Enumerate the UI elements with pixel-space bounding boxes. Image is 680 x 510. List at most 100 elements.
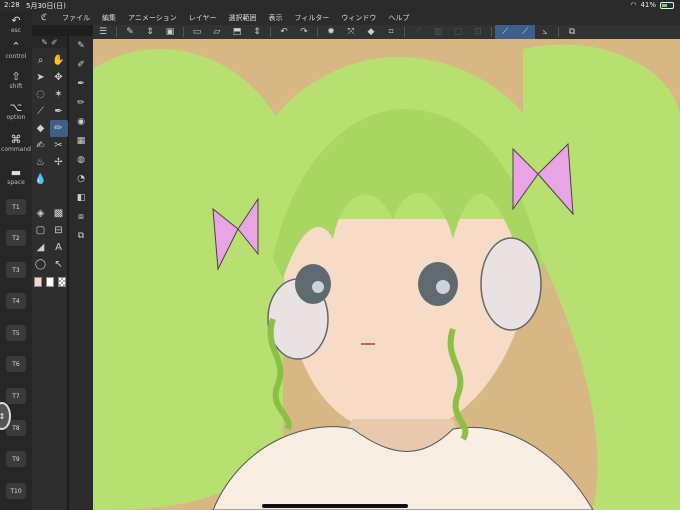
- new-file-icon[interactable]: ▭: [187, 25, 207, 39]
- open-folder-icon[interactable]: ▱: [207, 25, 227, 39]
- airbrush-icon[interactable]: ♨: [32, 154, 50, 171]
- redo-icon[interactable]: ↷: [294, 25, 314, 39]
- undo-icon[interactable]: ↶: [274, 25, 294, 39]
- transparent-color-swatch[interactable]: [58, 277, 66, 287]
- app-logo-icon[interactable]: ℭ: [32, 13, 56, 23]
- menu-help[interactable]: ヘルプ: [382, 13, 415, 23]
- menu-selection[interactable]: 選択範囲: [223, 13, 263, 23]
- subtool-history-icon[interactable]: ◔: [69, 169, 93, 188]
- subtool-color-wheel-icon[interactable]: ◉: [69, 112, 93, 131]
- tool-key-t9[interactable]: T9: [6, 451, 26, 467]
- frame-icon[interactable]: ⊟: [50, 222, 68, 239]
- subtool-layer-icon[interactable]: ◧: [69, 188, 93, 207]
- subtool-layers-icon[interactable]: ⧈: [69, 207, 93, 226]
- menu-window[interactable]: ウィンドウ: [335, 13, 382, 23]
- canvas-settings-icon[interactable]: ▣: [160, 25, 180, 39]
- headphone-right: [480, 237, 542, 331]
- save-icon[interactable]: ⬒: [227, 25, 247, 39]
- control-label: control: [5, 53, 27, 60]
- selection-clear-icon[interactable]: ⊡: [468, 25, 488, 39]
- esc-key[interactable]: ↶ esc: [0, 14, 32, 35]
- transform-icon[interactable]: ⤧: [341, 25, 361, 39]
- option-icon: ⌥: [9, 101, 23, 114]
- home-indicator: [262, 504, 408, 508]
- deselect-icon[interactable]: ⟋: [408, 25, 428, 39]
- control-key[interactable]: ⌃ control: [0, 41, 32, 61]
- menu-animation[interactable]: アニメーション: [122, 13, 183, 23]
- command-key[interactable]: ⌘ command: [0, 134, 32, 154]
- ruler-icon[interactable]: ◢: [32, 239, 50, 256]
- lasso-icon[interactable]: ◌: [32, 86, 50, 103]
- subtool-material-icon[interactable]: ⧉: [69, 226, 93, 245]
- menu-edit[interactable]: 編集: [96, 13, 122, 23]
- perspective-snap-icon[interactable]: ⟋: [515, 25, 535, 39]
- option-key[interactable]: ⌥ option: [0, 101, 32, 122]
- subtool-gpen-icon[interactable]: ✒: [69, 74, 93, 93]
- tool-key-t6[interactable]: T6: [6, 356, 26, 372]
- blend-icon[interactable]: ✢: [50, 154, 68, 171]
- menu-layer[interactable]: レイヤー: [183, 13, 223, 23]
- brush-icon[interactable]: ✍: [32, 137, 50, 154]
- undo-arrow-icon: ↶: [11, 14, 21, 27]
- text-tool-icon[interactable]: A: [50, 239, 68, 256]
- hand-icon[interactable]: ✋: [50, 52, 68, 69]
- hamburger-menu-icon[interactable]: ☰: [93, 25, 113, 39]
- magic-wand-icon[interactable]: ✶: [50, 86, 68, 103]
- eraser-icon[interactable]: ◆: [32, 120, 50, 137]
- correct-line-icon[interactable]: ↖: [50, 256, 68, 273]
- shift-label: shift: [9, 83, 23, 90]
- decoration-icon[interactable]: ✂: [50, 137, 68, 154]
- status-time: 2:28: [4, 1, 20, 9]
- tool-key-t3[interactable]: T3: [6, 262, 26, 278]
- move-icon[interactable]: ✥: [50, 69, 68, 86]
- balloon-icon[interactable]: ◯: [32, 256, 50, 273]
- space-key[interactable]: ▬ space: [0, 166, 32, 187]
- tool-key-t5[interactable]: T5: [6, 325, 26, 341]
- invert-selection-icon[interactable]: ▥: [428, 25, 448, 39]
- tool-key-t4[interactable]: T4: [6, 293, 26, 309]
- option-label: option: [6, 114, 26, 121]
- tool-key-t7[interactable]: T7: [6, 388, 26, 404]
- status-date: 5月30日(日): [26, 2, 66, 10]
- figure-icon[interactable]: ▢: [32, 222, 50, 239]
- quick-access-icon[interactable]: ⧉: [562, 25, 582, 39]
- tool-key-t1[interactable]: T1: [6, 199, 26, 215]
- battery-icon: [660, 1, 674, 9]
- main-color-swatch[interactable]: [34, 277, 42, 287]
- subtool-color-set-icon[interactable]: ▦: [69, 131, 93, 150]
- settings-gear-icon[interactable]: ✹: [321, 25, 341, 39]
- tool-key-t2[interactable]: T2: [6, 230, 26, 246]
- subtool-pencil-icon[interactable]: ✎: [69, 36, 93, 55]
- pen-small-icon: ✐: [51, 37, 58, 47]
- gradient-icon[interactable]: ▩: [50, 205, 68, 222]
- pencil-icon[interactable]: ✏: [49, 120, 68, 137]
- new-canvas-icon[interactable]: ✎: [120, 25, 140, 39]
- tool-key-t10[interactable]: T10: [6, 483, 26, 499]
- menu-file[interactable]: ファイル: [56, 13, 96, 23]
- subtool-intermediate-icon[interactable]: ◍: [69, 150, 93, 169]
- fill-icon[interactable]: ◈: [32, 205, 50, 222]
- blur-icon[interactable]: 💧: [32, 171, 50, 188]
- save-options-icon[interactable]: ⇕: [247, 25, 267, 39]
- ruler-edit-icon[interactable]: ⦣: [535, 25, 555, 39]
- operation-icon[interactable]: ➤: [32, 69, 50, 86]
- pen-icon: ✎: [41, 37, 48, 47]
- eyedropper-icon[interactable]: ⟋: [32, 103, 50, 120]
- selection-border-icon[interactable]: ▢: [448, 25, 468, 39]
- ruler-snap-icon[interactable]: ⟋: [495, 25, 515, 39]
- fill-bucket-icon[interactable]: ◆: [361, 25, 381, 39]
- shift-key[interactable]: ⇧ shift: [0, 71, 32, 91]
- subtool-marker-icon[interactable]: ✏: [69, 93, 93, 112]
- stepper-icon[interactable]: ⇕: [140, 25, 160, 39]
- pen-tool-icon[interactable]: ✒: [50, 103, 68, 120]
- sub-color-swatch[interactable]: [46, 277, 54, 287]
- space-bar-icon: ▬: [10, 166, 22, 179]
- zoom-icon[interactable]: ⌕: [32, 52, 50, 69]
- menu-view[interactable]: 表示: [263, 13, 289, 23]
- menu-filter[interactable]: フィルター: [289, 13, 336, 23]
- subtool-pen-icon[interactable]: ✐: [69, 55, 93, 74]
- empty-slot: [50, 171, 68, 188]
- crop-icon[interactable]: ⌗: [381, 25, 401, 39]
- toolbar-divider: [183, 27, 184, 37]
- drawing-canvas[interactable]: [93, 39, 680, 510]
